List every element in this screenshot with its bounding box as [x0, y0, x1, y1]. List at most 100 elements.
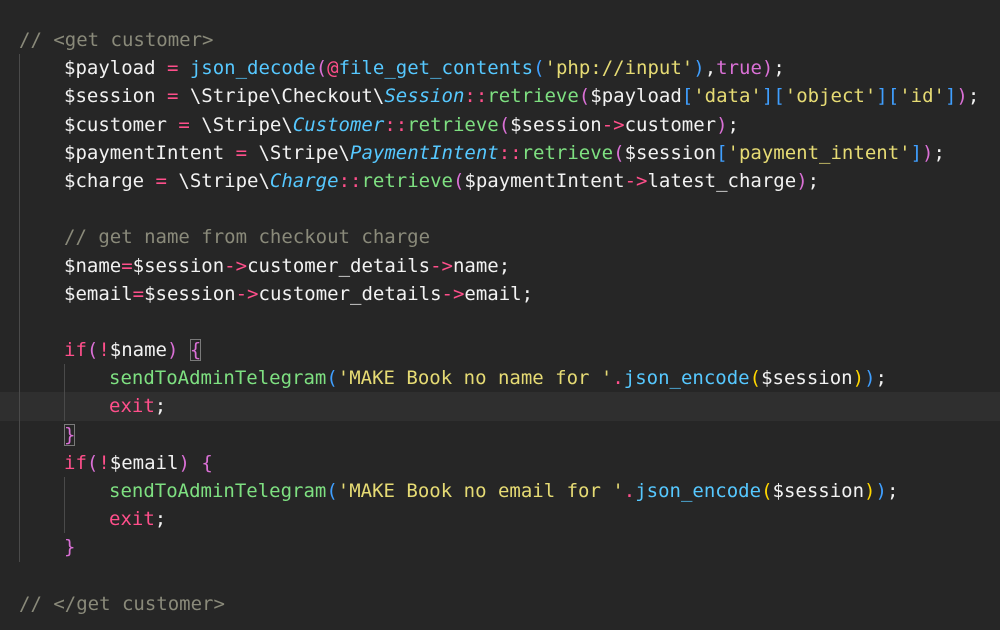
code-token: ;: [498, 254, 511, 277]
code-token: (: [749, 367, 762, 390]
code-line[interactable]: // </get customer>: [0, 590, 1000, 618]
indent-guide: [19, 279, 20, 308]
code-text: // </get customer>: [19, 590, 225, 618]
code-token: 'MAKE Book no email for ': [337, 480, 624, 502]
indent-guide: [19, 505, 20, 534]
code-token: ;: [933, 141, 945, 164]
code-token: \Stripe\: [178, 169, 270, 192]
code-token: 'MAKE Book no name for ': [337, 367, 613, 390]
code-line[interactable]: // <get customer>: [0, 26, 1000, 54]
code-text: $session = \Stripe\Checkout\Session::ret…: [64, 82, 979, 110]
code-line[interactable]: exit;: [0, 505, 1000, 534]
code-line[interactable]: }: [0, 533, 1000, 562]
code-token: 'payment_intent': [727, 141, 911, 164]
code-text: $name=$session->customer_details->name;: [64, 252, 510, 280]
code-token: ;: [727, 113, 739, 136]
code-token: !: [98, 451, 110, 474]
code-token: $email: [109, 451, 179, 474]
code-token: ;: [807, 169, 820, 192]
code-token: (: [86, 451, 99, 474]
code-line[interactable]: sendToAdminTelegram('MAKE Book no name f…: [0, 364, 1000, 393]
code-token: retrieve: [361, 169, 453, 192]
code-text: sendToAdminTelegram('MAKE Book no email …: [109, 477, 898, 505]
code-token: (: [498, 113, 511, 136]
code-token: (: [613, 141, 625, 164]
code-token: retrieve: [487, 85, 579, 108]
code-token: ;: [886, 480, 899, 502]
code-line[interactable]: [0, 562, 1000, 590]
code-line[interactable]: exit;: [0, 392, 1000, 421]
code-token: 'data': [693, 85, 762, 108]
code-token: exit: [109, 508, 155, 531]
indent-guide: [19, 166, 20, 196]
code-token: ::: [498, 141, 522, 164]
code-line[interactable]: sendToAdminTelegram('MAKE Book no email …: [0, 477, 1000, 506]
code-line[interactable]: $charge = \Stripe\Charge::retrieve($paym…: [0, 166, 1000, 196]
code-text: }: [64, 421, 76, 449]
code-text: sendToAdminTelegram('MAKE Book no name f…: [109, 364, 887, 392]
code-line[interactable]: [0, 307, 1000, 337]
code-token: PaymentIntent: [350, 141, 499, 164]
code-token: $name: [109, 339, 167, 362]
code-token: ;: [154, 508, 167, 531]
code-text: $email=$session->customer_details->email…: [64, 280, 533, 308]
code-token: $session: [64, 85, 156, 108]
code-token: ->: [235, 282, 259, 305]
code-token: [: [716, 141, 728, 164]
code-token: ): [922, 141, 934, 164]
code-line[interactable]: $email=$session->customer_details->email…: [0, 279, 1000, 308]
code-token: ,: [704, 57, 717, 80]
code-token: ]: [944, 85, 957, 108]
code-line[interactable]: if(!$name) {: [0, 336, 1000, 365]
code-text: $payload = json_decode(@file_get_content…: [64, 54, 785, 82]
code-token: Session: [384, 85, 465, 108]
code-token: ;: [521, 282, 534, 305]
code-line[interactable]: $paymentIntent = \Stripe\PaymentIntent::…: [0, 138, 1000, 167]
indent-guide: [19, 448, 20, 477]
code-token: =: [224, 141, 259, 164]
indent-guide: [64, 364, 65, 393]
code-token: ): [864, 480, 876, 502]
code-token: retrieve: [521, 141, 614, 164]
code-token: !: [98, 339, 110, 362]
indent-guide: [19, 336, 20, 365]
code-token: [: [887, 85, 900, 108]
code-line[interactable]: // get name from checkout charge: [0, 223, 1000, 252]
code-line[interactable]: $payload = json_decode(@file_get_content…: [0, 54, 1000, 83]
code-line[interactable]: [0, 195, 1000, 224]
code-line[interactable]: }: [0, 420, 1000, 449]
code-token: latest_charge: [647, 169, 797, 192]
code-text: exit;: [109, 392, 166, 420]
code-token: =: [155, 57, 190, 80]
indent-guide: [19, 533, 20, 562]
code-token: exit: [109, 395, 155, 418]
code-token: json_decode: [189, 57, 316, 80]
code-editor[interactable]: // <get customer> $payload = json_decode(…: [0, 26, 1000, 618]
code-token: ): [178, 451, 190, 474]
code-token: ): [167, 339, 179, 362]
code-token: {: [201, 451, 213, 474]
code-token: 'php://input': [544, 57, 694, 80]
indent-guide: [64, 505, 65, 534]
code-line[interactable]: $customer = \Stripe\Customer::retrieve($…: [0, 110, 1000, 139]
code-token: \Stripe\Checkout\: [189, 85, 385, 108]
code-token: if: [64, 339, 87, 362]
code-token: (: [533, 57, 545, 80]
code-line[interactable]: if(!$email) {: [0, 448, 1000, 477]
code-token: ]: [876, 85, 888, 108]
code-token: $session: [761, 367, 853, 390]
code-token: 'object': [784, 85, 877, 108]
code-token: Charge: [269, 169, 339, 192]
code-token: 'id': [899, 85, 945, 108]
code-line[interactable]: $name=$session->customer_details->name;: [0, 251, 1000, 280]
code-token: $session: [132, 254, 225, 277]
indent-guide: [19, 54, 20, 83]
indent-guide: [19, 307, 20, 337]
code-line[interactable]: $session = \Stripe\Checkout\Session::ret…: [0, 82, 1000, 111]
code-token: ;: [773, 57, 785, 80]
code-token: .: [623, 480, 636, 502]
code-token: ::: [338, 169, 362, 192]
code-token: ->: [224, 254, 248, 277]
code-token: // </get customer>: [19, 592, 225, 615]
code-token: $session: [624, 141, 717, 164]
